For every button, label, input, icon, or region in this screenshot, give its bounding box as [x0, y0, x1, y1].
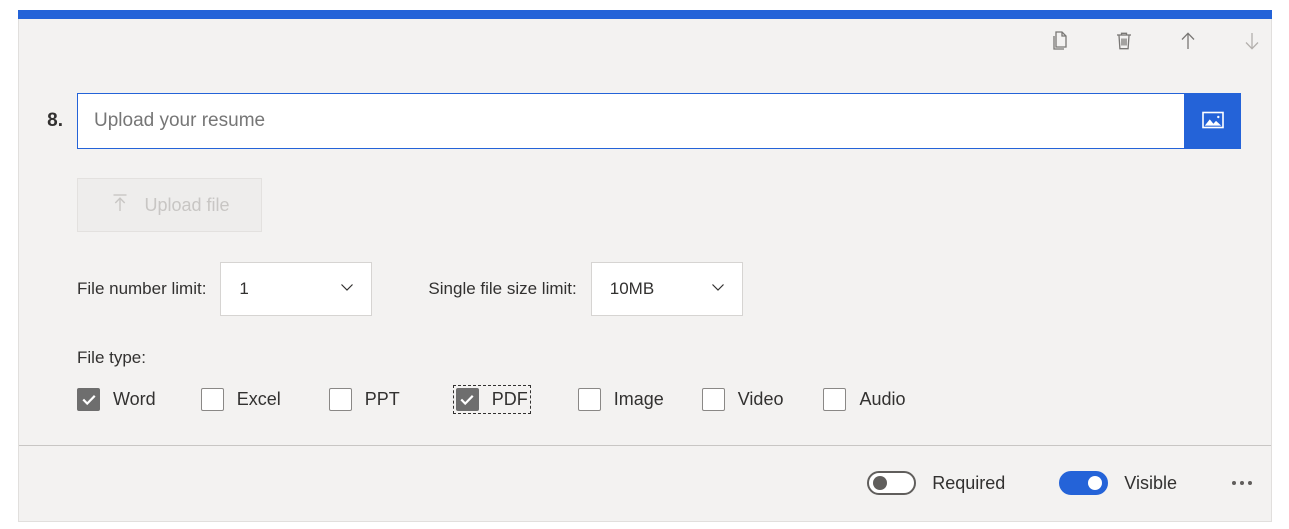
question-title-input[interactable]	[77, 93, 1185, 149]
insert-image-button[interactable]	[1185, 93, 1241, 149]
file-type-checkbox-image[interactable]: Image	[577, 388, 664, 411]
checkbox-box	[77, 388, 100, 411]
file-type-checkbox-excel[interactable]: Excel	[200, 388, 281, 411]
arrow-up-icon	[1176, 29, 1200, 53]
visible-toggle-label: Visible	[1124, 472, 1177, 493]
file-type-checkbox-video[interactable]: Video	[701, 388, 784, 411]
checkbox-box	[577, 388, 601, 411]
required-toggle-knob	[873, 476, 888, 490]
question-title-row: 8.	[0, 93, 1289, 149]
question-toolbar	[1041, 22, 1271, 60]
chevron-down-icon	[708, 277, 728, 302]
visible-toggle[interactable]	[1059, 471, 1109, 495]
checkbox-box	[455, 388, 479, 411]
upload-icon	[109, 192, 131, 219]
file-limits-row: File number limit: 1 Single file size li…	[77, 262, 743, 316]
upload-file-label: Upload file	[144, 194, 230, 215]
move-question-down-button[interactable]	[1233, 22, 1271, 60]
file-size-limit-value: 10MB	[609, 279, 655, 298]
card-accent-bar	[18, 10, 1272, 19]
file-type-label-word: Word	[113, 389, 156, 409]
file-number-limit-dropdown[interactable]: 1	[220, 262, 373, 316]
required-toggle-group: Required	[867, 471, 1005, 495]
visible-toggle-knob	[1088, 476, 1103, 490]
checkbox-box	[328, 388, 352, 411]
file-type-label: File type:	[77, 348, 146, 367]
checkbox-box	[701, 388, 725, 411]
file-number-limit-label: File number limit:	[77, 279, 207, 298]
more-horizontal-icon	[1232, 481, 1236, 485]
delete-question-button[interactable]	[1105, 22, 1143, 60]
more-options-button[interactable]	[1225, 466, 1259, 500]
file-type-label-image: Image	[613, 389, 664, 409]
move-question-up-button[interactable]	[1169, 22, 1207, 60]
copy-question-button[interactable]	[1041, 22, 1079, 60]
image-icon	[1200, 107, 1226, 136]
more-horizontal-icon	[1240, 481, 1244, 485]
file-type-checkbox-audio[interactable]: Audio	[823, 388, 906, 411]
footer-divider	[19, 445, 1271, 446]
file-type-label-excel: Excel	[236, 389, 281, 409]
visible-toggle-group: Visible	[1059, 471, 1177, 495]
question-footer: Required Visible	[867, 466, 1259, 500]
file-type-label-ppt: PPT	[364, 389, 400, 409]
file-type-label-audio: Audio	[859, 389, 906, 409]
file-type-checkbox-ppt[interactable]: PPT	[328, 388, 400, 411]
upload-file-button[interactable]: Upload file	[77, 178, 262, 232]
question-number: 8.	[47, 110, 63, 131]
file-size-limit-dropdown[interactable]: 10MB	[590, 262, 743, 316]
file-size-limit-label: Single file size limit:	[428, 279, 577, 298]
file-type-checkbox-word[interactable]: Word	[77, 388, 156, 411]
file-type-label-pdf: PDF	[491, 389, 528, 409]
file-type-label-video: Video	[737, 389, 784, 409]
checkbox-box	[200, 388, 224, 411]
file-number-limit-value: 1	[239, 279, 249, 298]
required-toggle-label: Required	[932, 472, 1006, 493]
chevron-down-icon	[337, 277, 357, 302]
copy-icon	[1048, 29, 1072, 53]
checkbox-box	[823, 388, 847, 411]
file-type-checkbox-pdf[interactable]: PDF	[452, 385, 531, 414]
arrow-down-icon	[1240, 29, 1264, 53]
file-type-checkbox-row: Word Excel PPT PDF Image Video Audio	[77, 385, 906, 414]
trash-icon	[1112, 29, 1136, 53]
more-horizontal-icon	[1248, 481, 1252, 485]
required-toggle[interactable]	[867, 471, 917, 495]
